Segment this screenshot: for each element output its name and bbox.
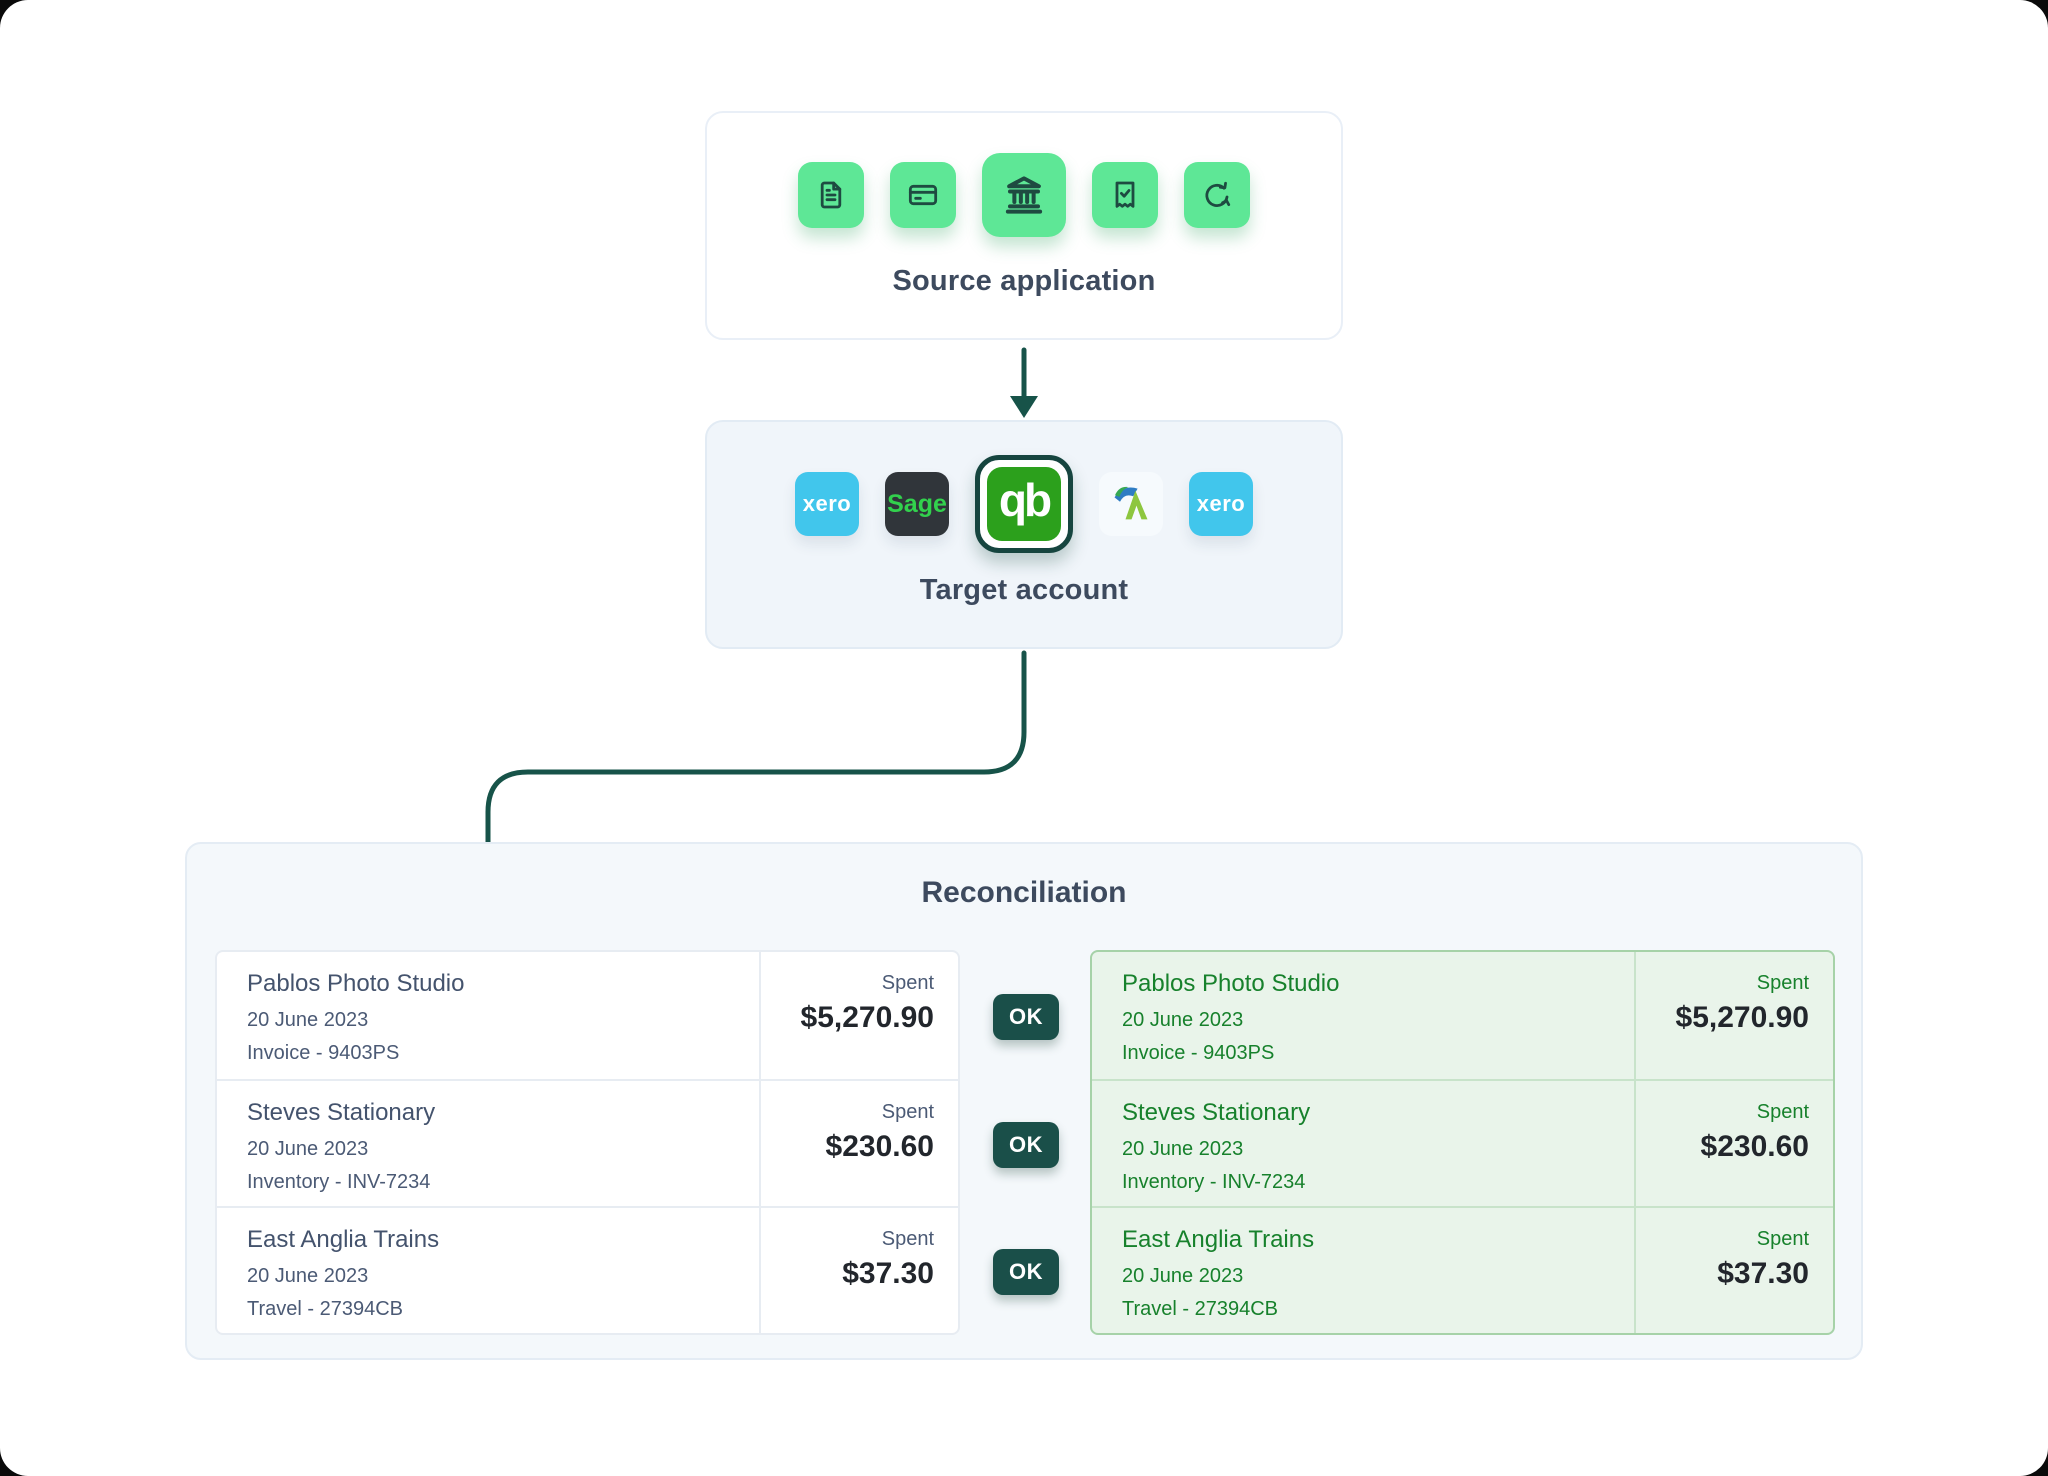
txn-date: 20 June 2023 [1122, 1264, 1634, 1288]
txn-date: 20 June 2023 [1122, 1008, 1634, 1032]
txn-details: East Anglia Trains 20 June 2023 Travel -… [217, 1208, 759, 1333]
spent-label: Spent [761, 1101, 934, 1124]
down-arrow-icon [1004, 346, 1044, 422]
reconciliation-panel: Reconciliation Pablos Photo Studio 20 Ju… [185, 842, 1863, 1360]
txn-ref: Travel - 27394CB [1122, 1297, 1634, 1321]
txn-amount: $37.30 [1636, 1257, 1809, 1291]
receipt-check-icon-glyph [1109, 179, 1141, 211]
credit-card-icon-glyph [907, 179, 939, 211]
txn-ref: Invoice - 9403PS [247, 1041, 759, 1065]
txn-amount-cell: Spent $37.30 [759, 1208, 958, 1333]
txn-ref: Invoice - 9403PS [1122, 1041, 1634, 1065]
txn-details: Pablos Photo Studio 20 June 2023 Invoice… [217, 952, 759, 1079]
txn-name: Pablos Photo Studio [1122, 969, 1634, 999]
freeagent-logo[interactable] [1099, 472, 1163, 536]
txn-details: Steves Stationary 20 June 2023 Inventory… [1092, 1081, 1634, 1206]
sync-icon-glyph [1201, 179, 1233, 211]
txn-amount-cell: Spent $5,270.90 [1634, 952, 1833, 1079]
txn-ref: Inventory - INV-7234 [1122, 1170, 1634, 1194]
txn-name: Steves Stationary [1122, 1098, 1634, 1128]
txn-amount: $230.60 [1636, 1130, 1809, 1164]
xero-logo[interactable]: xero [1189, 472, 1253, 536]
freeagent-icon [1109, 482, 1153, 526]
source-transactions-table: Pablos Photo Studio 20 June 2023 Invoice… [215, 950, 960, 1335]
txn-amount-cell: Spent $5,270.90 [759, 952, 958, 1079]
txn-amount: $37.30 [761, 1257, 934, 1291]
source-card-label: Source application [892, 265, 1155, 298]
txn-ref: Travel - 27394CB [247, 1297, 759, 1321]
source-application-card: Source application [705, 111, 1343, 340]
spent-label: Spent [1636, 1101, 1809, 1124]
txn-amount-cell: Spent $37.30 [1634, 1208, 1833, 1333]
txn-details: Pablos Photo Studio 20 June 2023 Invoice… [1092, 952, 1634, 1079]
txn-amount: $5,270.90 [761, 1001, 934, 1035]
txn-name: Steves Stationary [247, 1098, 759, 1128]
txn-date: 20 June 2023 [247, 1137, 759, 1161]
spent-label: Spent [1636, 972, 1809, 995]
txn-name: East Anglia Trains [1122, 1225, 1634, 1255]
txn-date: 20 June 2023 [247, 1264, 759, 1288]
table-row: Pablos Photo Studio 20 June 2023 Invoice… [1092, 952, 1833, 1079]
spent-label: Spent [761, 1228, 934, 1251]
bank-icon-glyph [1003, 174, 1045, 216]
table-row: Pablos Photo Studio 20 June 2023 Invoice… [217, 952, 958, 1079]
txn-amount: $230.60 [761, 1130, 934, 1164]
txn-date: 20 June 2023 [1122, 1137, 1634, 1161]
table-row: East Anglia Trains 20 June 2023 Travel -… [1092, 1206, 1833, 1333]
txn-details: East Anglia Trains 20 June 2023 Travel -… [1092, 1208, 1634, 1333]
txn-amount: $5,270.90 [1636, 1001, 1809, 1035]
txn-name: Pablos Photo Studio [247, 969, 759, 999]
table-row: Steves Stationary 20 June 2023 Inventory… [217, 1079, 958, 1206]
target-transactions-table: Pablos Photo Studio 20 June 2023 Invoice… [1090, 950, 1835, 1335]
panel-title: Reconciliation [187, 876, 1861, 910]
txn-date: 20 June 2023 [247, 1008, 759, 1032]
quickbooks-qb-glyph: qb [987, 467, 1061, 541]
txn-details: Steves Stationary 20 June 2023 Inventory… [217, 1081, 759, 1206]
document-icon[interactable] [798, 162, 864, 228]
receipt-check-icon[interactable] [1092, 162, 1158, 228]
txn-amount-cell: Spent $230.60 [1634, 1081, 1833, 1206]
bank-icon[interactable] [982, 153, 1066, 237]
ok-button[interactable]: OK [993, 1249, 1059, 1295]
sage-logo[interactable]: Sage [885, 472, 949, 536]
quickbooks-logo-selected[interactable]: qb [975, 455, 1073, 553]
ok-button[interactable]: OK [993, 1122, 1059, 1168]
credit-card-icon[interactable] [890, 162, 956, 228]
source-icon-row [798, 147, 1250, 243]
target-account-card: xero Sage qb xero Target account [705, 420, 1343, 649]
ok-button[interactable]: OK [993, 994, 1059, 1040]
txn-amount-cell: Spent $230.60 [759, 1081, 958, 1206]
target-card-label: Target account [920, 574, 1129, 607]
table-row: East Anglia Trains 20 June 2023 Travel -… [217, 1206, 958, 1333]
spent-label: Spent [1636, 1228, 1809, 1251]
page: Source application xero Sage qb xero Tar [0, 0, 2048, 1476]
txn-ref: Inventory - INV-7234 [247, 1170, 759, 1194]
sync-icon[interactable] [1184, 162, 1250, 228]
xero-logo[interactable]: xero [795, 472, 859, 536]
target-app-row: xero Sage qb xero [795, 456, 1253, 552]
table-row: Steves Stationary 20 June 2023 Inventory… [1092, 1079, 1833, 1206]
spent-label: Spent [761, 972, 934, 995]
txn-name: East Anglia Trains [247, 1225, 759, 1255]
document-icon-glyph [815, 179, 847, 211]
